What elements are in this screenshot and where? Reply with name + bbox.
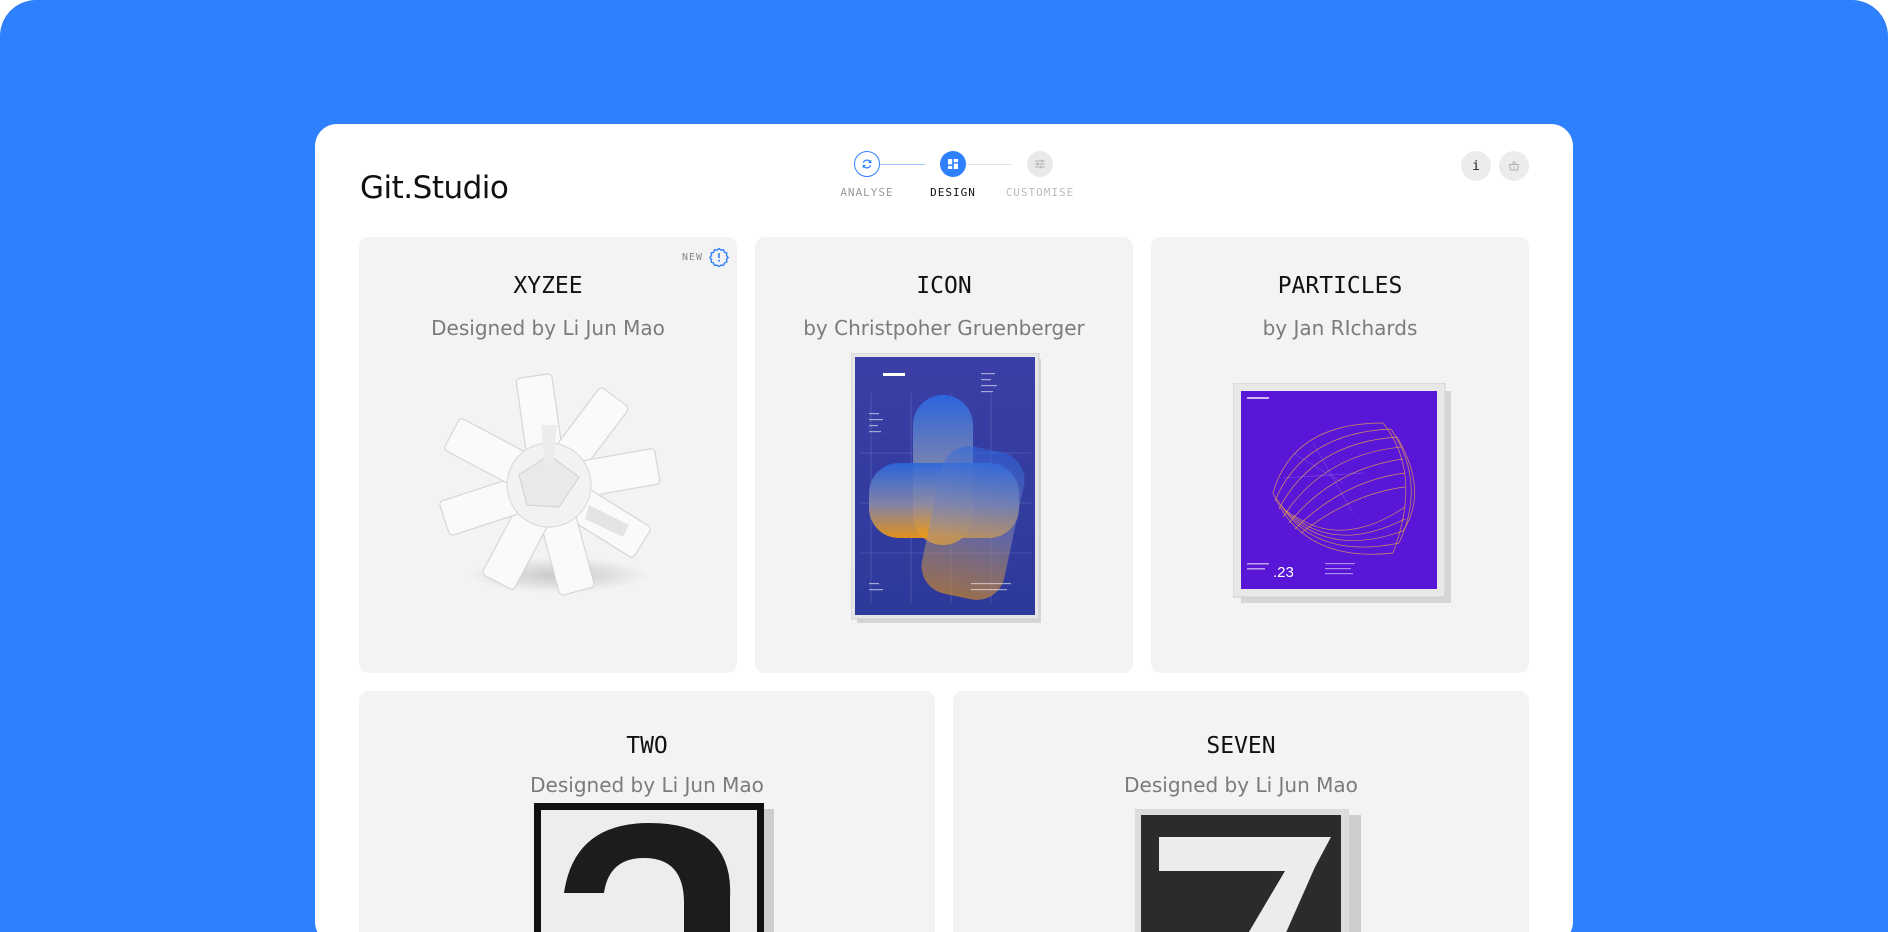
step-customise[interactable]: CUSTOMISE: [1000, 151, 1080, 199]
seven-poster-image: [1135, 809, 1361, 932]
particles-poster-image: .23: [1233, 383, 1451, 603]
design-card-xyzee[interactable]: NEW XYZEE Designed by Li Jun Mao: [359, 237, 737, 673]
step-label: CUSTOMISE: [1005, 186, 1075, 199]
design-title: SEVEN: [1206, 733, 1276, 759]
app-background: Git.Studio ANALYSE DESIGN CUSTOMISE i NE…: [0, 0, 1888, 932]
basket-icon: [1508, 160, 1520, 171]
info-button[interactable]: i: [1461, 151, 1491, 181]
main-panel: Git.Studio ANALYSE DESIGN CUSTOMISE i NE…: [315, 124, 1573, 932]
design-card-two[interactable]: TWO Designed by Li Jun Mao: [359, 691, 935, 932]
badge-label: NEW: [681, 251, 703, 263]
design-author: Designed by Li Jun Mao: [1124, 773, 1358, 797]
basket-button[interactable]: [1499, 151, 1529, 181]
design-author: Designed by Li Jun Mao: [431, 316, 665, 340]
xyzee-sculpture-image: [439, 373, 661, 596]
alert-seal-icon: [709, 247, 729, 267]
step-design[interactable]: DESIGN: [913, 151, 993, 199]
progress-stepper: ANALYSE DESIGN CUSTOMISE: [815, 151, 1073, 211]
design-author: by Jan RIchards: [1262, 316, 1418, 340]
new-badge: NEW: [682, 247, 729, 267]
refresh-icon: [854, 151, 880, 177]
step-analyse[interactable]: ANALYSE: [827, 151, 907, 199]
design-card-seven[interactable]: SEVEN Designed by Li Jun Mao: [953, 691, 1529, 932]
design-title: ICON: [916, 273, 972, 299]
icon-poster-image: [851, 353, 1041, 623]
step-label: DESIGN: [930, 186, 976, 199]
design-card-particles[interactable]: PARTICLES by Jan RIchards .23: [1151, 237, 1529, 673]
design-card-icon[interactable]: ICON by Christpoher Gruenberger: [755, 237, 1133, 673]
poster-number: .23: [1273, 564, 1294, 581]
design-title: PARTICLES: [1277, 273, 1403, 299]
sliders-icon: [1027, 151, 1053, 177]
design-title: TWO: [626, 733, 668, 759]
design-title: XYZEE: [513, 273, 583, 299]
info-icon: i: [1472, 158, 1480, 174]
design-author: by Christpoher Gruenberger: [803, 316, 1085, 340]
app-logo[interactable]: Git.Studio: [360, 170, 509, 206]
grid-icon: [940, 151, 966, 177]
step-label: ANALYSE: [840, 186, 894, 199]
two-poster-image: [534, 803, 774, 932]
design-author: Designed by Li Jun Mao: [530, 773, 764, 797]
